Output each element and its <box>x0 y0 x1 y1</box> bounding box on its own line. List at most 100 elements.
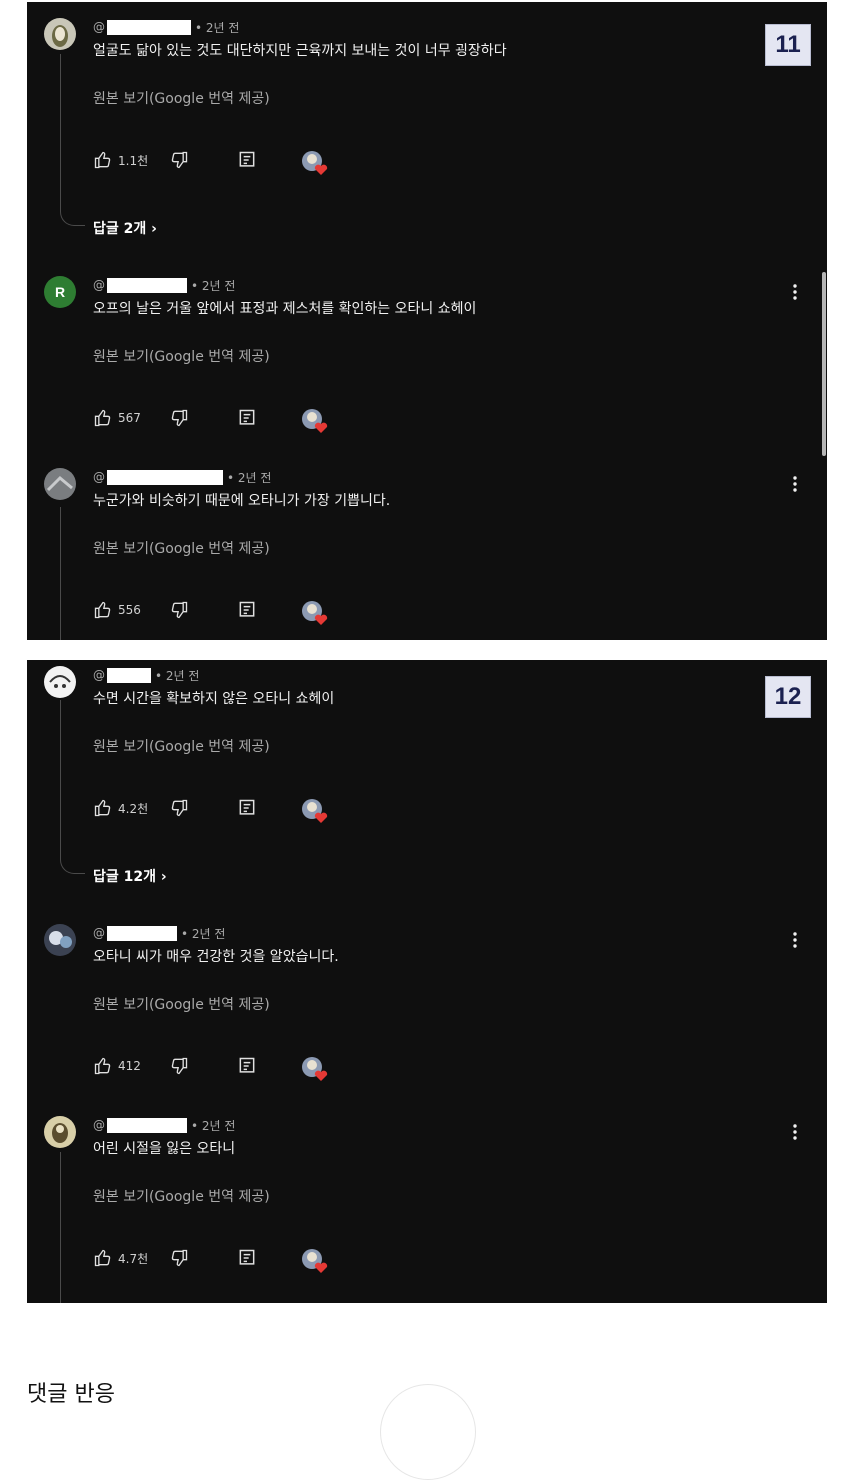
comment-author[interactable]: @ <box>93 20 105 34</box>
like-icon <box>94 151 111 169</box>
more-vert-icon <box>793 476 797 492</box>
like-button[interactable]: 412 <box>93 1056 141 1076</box>
scrollbar[interactable] <box>822 272 826 456</box>
reply-icon <box>239 409 255 425</box>
see-original-link[interactable]: 원본 보기(Google 번역 제공) <box>93 346 270 366</box>
more-options-button[interactable] <box>785 472 805 496</box>
see-original-link[interactable]: 원본 보기(Google 번역 제공) <box>93 538 270 558</box>
comment-time: • 2년 전 <box>195 20 240 35</box>
comment-actions: 567 <box>93 408 353 434</box>
comment-author[interactable]: @ <box>93 1118 105 1132</box>
user-avatar[interactable] <box>44 18 76 50</box>
user-avatar[interactable] <box>44 666 76 698</box>
comment-author[interactable]: @ <box>93 278 105 292</box>
more-vert-icon <box>793 932 797 948</box>
comment-text: 누군가와 비슷하기 때문에 오타니가 가장 기쁩니다. <box>93 493 391 509</box>
dislike-icon <box>171 1249 188 1267</box>
creator-heart <box>301 1056 331 1082</box>
reply-icon <box>239 601 255 617</box>
dislike-button[interactable] <box>169 1248 189 1268</box>
thread-line <box>60 54 85 226</box>
like-icon <box>94 799 111 817</box>
like-button[interactable]: 567 <box>93 408 141 428</box>
comment-panel-11: 11 @ • 2년 전 얼굴도 닮아 있는 것도 대단하지만 근육까지 보내는 … <box>27 2 827 640</box>
user-avatar[interactable] <box>44 1116 76 1148</box>
thread-line <box>60 507 61 640</box>
redacted-username <box>107 925 177 941</box>
comment-text: 얼굴도 닮아 있는 것도 대단하지만 근육까지 보내는 것이 너무 굉장하다 <box>93 43 507 59</box>
reply-button[interactable] <box>237 150 257 170</box>
creator-heart <box>301 1248 331 1274</box>
see-original-link[interactable]: 원본 보기(Google 번역 제공) <box>93 88 270 108</box>
like-button[interactable]: 4.2천 <box>93 798 148 818</box>
like-count: 4.2천 <box>118 801 149 816</box>
dislike-button[interactable] <box>169 600 189 620</box>
creator-heart-icon <box>302 409 328 433</box>
comment-actions: 556 <box>93 600 353 626</box>
floating-button[interactable] <box>380 1384 476 1480</box>
comment-author[interactable]: @ <box>93 470 105 484</box>
creator-heart-icon <box>302 601 328 625</box>
comment-author[interactable]: @ <box>93 926 105 940</box>
like-icon <box>94 409 111 427</box>
panel-number-badge: 12 <box>765 676 811 718</box>
dislike-button[interactable] <box>169 1056 189 1076</box>
comment-actions: 412 <box>93 1056 353 1082</box>
reply-button[interactable] <box>237 600 257 620</box>
see-original-link[interactable]: 원본 보기(Google 번역 제공) <box>93 994 270 1014</box>
dislike-button[interactable] <box>169 798 189 818</box>
comment-text: 어린 시절을 잃은 오타니 <box>93 1141 236 1157</box>
see-original-link[interactable]: 원본 보기(Google 번역 제공) <box>93 1186 270 1206</box>
redacted-username <box>107 1117 187 1133</box>
dislike-icon <box>171 151 188 169</box>
comment-meta: @ • 2년 전 <box>93 924 225 942</box>
comment-time: • 2년 전 <box>191 1118 236 1133</box>
more-options-button[interactable] <box>785 928 805 952</box>
comment-actions: 4.2천 <box>93 798 353 823</box>
dislike-icon <box>171 601 188 619</box>
view-replies-button[interactable]: 답글 12개 › <box>93 866 167 886</box>
reply-button[interactable] <box>237 798 257 818</box>
comment-time: • 2년 전 <box>227 470 272 485</box>
creator-heart-icon <box>302 1057 328 1081</box>
redacted-username <box>107 277 187 293</box>
more-vert-icon <box>793 1124 797 1140</box>
dislike-button[interactable] <box>169 150 189 170</box>
user-avatar[interactable]: R <box>44 276 76 308</box>
thread-line <box>60 1152 61 1303</box>
like-button[interactable]: 556 <box>93 600 141 620</box>
dislike-button[interactable] <box>169 408 189 428</box>
user-avatar[interactable] <box>44 924 76 956</box>
comment-meta: @ • 2년 전 <box>93 666 199 684</box>
reply-icon <box>239 1249 255 1265</box>
creator-heart <box>301 600 331 626</box>
like-count: 412 <box>118 1059 141 1073</box>
reply-button[interactable] <box>237 408 257 428</box>
like-button[interactable]: 4.7천 <box>93 1248 148 1268</box>
reply-button[interactable] <box>237 1056 257 1076</box>
see-original-link[interactable]: 원본 보기(Google 번역 제공) <box>93 736 270 756</box>
reply-icon <box>239 799 255 815</box>
like-icon <box>94 1249 111 1267</box>
section-title: 댓글 반응 <box>27 1382 115 1407</box>
dislike-icon <box>171 409 188 427</box>
user-avatar[interactable] <box>44 468 76 500</box>
creator-heart <box>301 408 331 434</box>
like-button[interactable]: 1.1천 <box>93 150 148 170</box>
comment-actions: 1.1천 <box>93 150 353 175</box>
view-replies-button[interactable]: 답글 2개 › <box>93 218 157 238</box>
comment-actions: 4.7천 <box>93 1248 353 1274</box>
comment-text: 오프의 날은 거울 앞에서 표정과 제스처를 확인하는 오타니 쇼헤이 <box>93 301 477 317</box>
reply-button[interactable] <box>237 1248 257 1268</box>
thread-line <box>60 700 85 874</box>
creator-heart-icon <box>302 151 328 175</box>
comment-meta: @ • 2년 전 <box>93 18 239 36</box>
like-count: 567 <box>118 411 141 425</box>
more-options-button[interactable] <box>785 1120 805 1144</box>
more-options-button[interactable] <box>785 280 805 304</box>
panel-number-badge: 11 <box>765 24 811 66</box>
comment-author[interactable]: @ <box>93 668 105 682</box>
creator-heart-icon <box>302 1249 328 1273</box>
comment-time: • 2년 전 <box>181 926 226 941</box>
comment-time: • 2년 전 <box>191 278 236 293</box>
